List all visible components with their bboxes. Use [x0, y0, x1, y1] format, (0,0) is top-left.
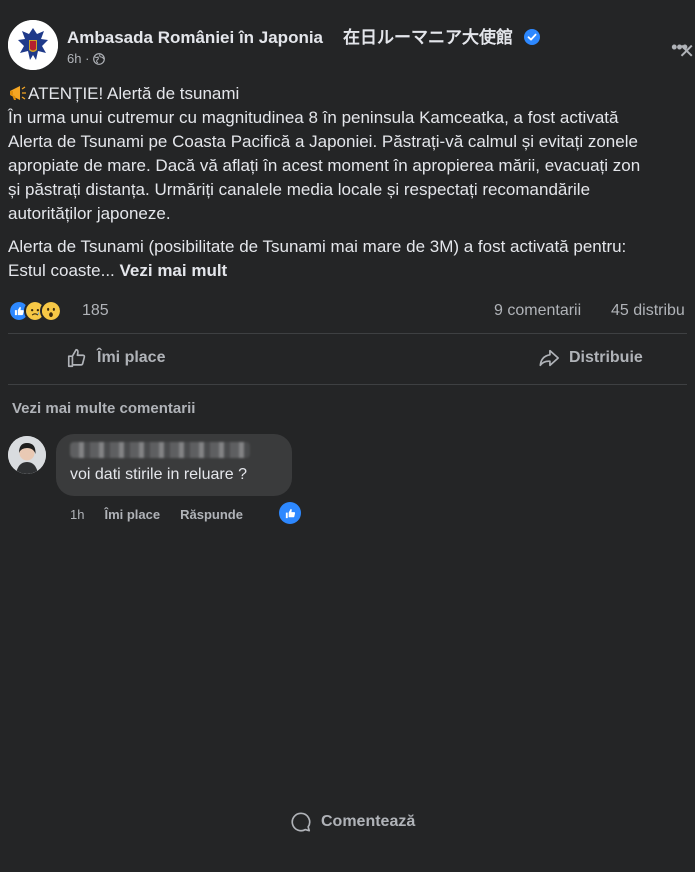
reactions-bar: 185 9 comentarii 45 distribu: [8, 300, 695, 324]
comment-text: voi dati stirile in reluare ?: [70, 466, 247, 483]
see-more-link[interactable]: Vezi mai mult: [120, 261, 228, 280]
comment-item: voi dati stirile in reluare ? 1h Îmi pla…: [6, 434, 695, 534]
share-label: Distribuie: [569, 349, 643, 366]
commenter-avatar[interactable]: [8, 436, 46, 474]
commenter-name-redacted[interactable]: [70, 442, 250, 458]
megaphone-icon: [10, 86, 26, 100]
divider: [8, 384, 687, 385]
close-icon[interactable]: ✕: [678, 39, 695, 64]
post-line-3: Alerta de Tsunami pe Coasta Pacifică a J…: [8, 132, 638, 151]
post-line-5: și păstrați distanța. Urmăriți canalele …: [8, 180, 591, 199]
eagle-crest-icon: [8, 20, 58, 70]
post-time[interactable]: 6h ·: [67, 51, 89, 66]
share-count[interactable]: 45 distribu: [611, 302, 685, 320]
person-photo-icon: [8, 436, 46, 474]
comment-icon: [291, 812, 311, 832]
page-name-jp[interactable]: 在日ルーマニア大使館: [343, 28, 513, 47]
thumbs-up-icon: [67, 348, 86, 368]
post-line-4: apropiate de mare. Dacă vă aflați în ace…: [8, 156, 641, 175]
comment-time[interactable]: 1h: [70, 507, 84, 522]
post-line-7: Alerta de Tsunami (posibilitate de Tsuna…: [8, 237, 627, 256]
comment-label: Comentează: [321, 813, 416, 830]
post-line-1: ATENȚIE! Alertă de tsunami: [28, 84, 240, 103]
comment-reply-link[interactable]: Răspunde: [180, 507, 243, 522]
reaction-icons[interactable]: [8, 300, 62, 322]
action-bar: Îmi place Comentează Distribuie: [8, 338, 695, 832]
share-button[interactable]: Distribuie: [538, 338, 643, 378]
post-line-6: autorităților japoneze.: [8, 204, 171, 223]
comment-count[interactable]: 9 comentarii: [494, 302, 581, 320]
reaction-count[interactable]: 185: [82, 302, 109, 320]
wow-reaction-icon: [40, 300, 62, 322]
comment-bubble: voi dati stirile in reluare ?: [56, 434, 292, 496]
like-button[interactable]: Îmi place: [66, 338, 165, 378]
comment-like-badge[interactable]: [279, 502, 301, 524]
page-name[interactable]: Ambasada României în Japonia 在日ルーマニア大使館: [67, 23, 540, 48]
comment-button[interactable]: Comentează: [290, 772, 695, 872]
thumbs-up-icon: [285, 508, 295, 518]
post-line-8: Estul coaste...: [8, 261, 115, 280]
comment-meta: 1h Îmi place Răspunde: [70, 507, 243, 522]
post-meta: 6h ·: [67, 51, 106, 66]
comment-like-link[interactable]: Îmi place: [104, 507, 160, 522]
page-avatar[interactable]: [8, 20, 58, 70]
like-label: Îmi place: [97, 349, 166, 366]
share-arrow-icon: [539, 349, 559, 367]
post-text: ATENȚIE! Alertă de tsunami În urma unui …: [8, 82, 695, 283]
post-line-2: În urma unui cutremur cu magnitudinea 8 …: [8, 108, 619, 127]
divider: [8, 333, 687, 334]
globe-icon: [93, 52, 106, 65]
page-name-ro[interactable]: Ambasada României în Japonia: [67, 28, 323, 47]
verified-badge-icon: [523, 29, 540, 45]
view-more-comments-link[interactable]: Vezi mai multe comentarii: [12, 400, 195, 417]
post-header: Ambasada României în Japonia 在日ルーマニア大使館 6…: [8, 18, 695, 70]
